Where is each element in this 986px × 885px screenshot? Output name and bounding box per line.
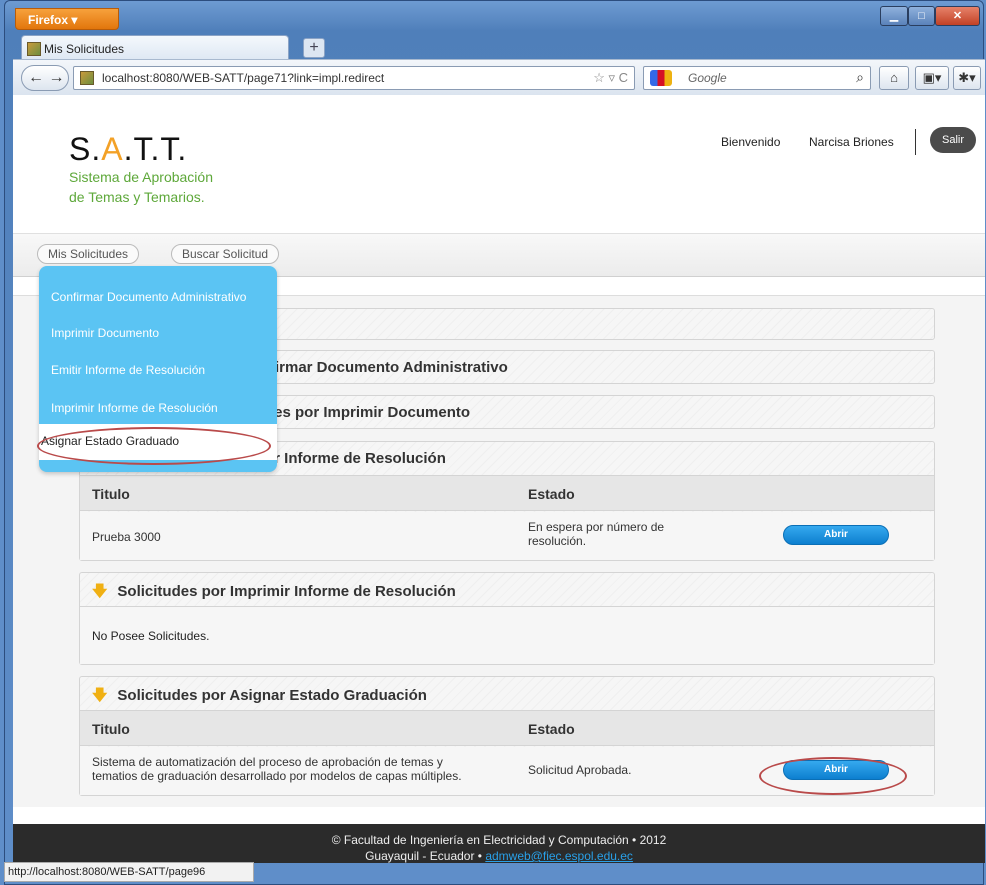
status-bar: http://localhost:8080/WEB-SATT/page96 (4, 862, 254, 882)
panel-title: les por Imprimir Documento (270, 404, 471, 421)
site-header: S.A.T.T. Sistema de Aprobación de Temas … (13, 95, 985, 233)
addon-icon[interactable]: ✱▾ (953, 66, 981, 90)
minimize-icon[interactable]: ▁ (880, 6, 908, 26)
maximize-icon[interactable]: □ (908, 6, 935, 26)
address-bar[interactable]: localhost:8080/WEB-SATT/page71?link=impl… (73, 66, 635, 90)
col-estado: Estado (528, 721, 575, 737)
highlight-ring (759, 757, 907, 795)
browser-window: Firefox ▾ ▁ □ ✕ Mis Solicitudes + ← → lo… (4, 0, 985, 885)
home-icon[interactable]: ⌂ (879, 66, 909, 90)
favicon-icon (80, 71, 94, 85)
bookmarks-icon[interactable]: ▣▾ (915, 66, 949, 90)
close-icon[interactable]: ✕ (935, 6, 980, 26)
footer-line2: Guayaquil - Ecuador • admweb@fiec.espol.… (365, 849, 633, 863)
row-status: Solicitud Aprobada. (528, 763, 632, 777)
highlight-ring (37, 427, 271, 465)
panel-title: 🡇 Solicitudes por Imprimir Informe de Res… (92, 583, 456, 600)
logout-button[interactable]: Salir (930, 127, 976, 153)
favicon-icon (27, 42, 41, 56)
panel-title: firmar Documento Administrativo (270, 359, 508, 376)
welcome-text: Bienvenido (721, 135, 781, 149)
web-page: S.A.T.T. Sistema de Aprobación de Temas … (13, 95, 985, 863)
tab-title: Mis Solicitudes (44, 42, 125, 56)
row-title-2: tematios de graduación desarrollado por … (92, 769, 462, 783)
site-footer: © Facultad de Ingeniería en Electricidad… (13, 824, 985, 863)
search-input[interactable]: Google ⌕ (643, 66, 871, 90)
panel-imprimir-informe: 🡇 Solicitudes por Imprimir Informe de Res… (79, 572, 935, 665)
bookmark-reload-icons[interactable]: ☆ ▿ C (593, 70, 628, 86)
panel-title: 🡇 Solicitudes por Asignar Estado Graduaci… (92, 687, 427, 704)
menu-mis-solicitudes[interactable]: Mis Solicitudes (37, 244, 140, 264)
empty-message: No Posee Solicitudes. (80, 606, 934, 664)
divider (915, 129, 916, 155)
row-title: Prueba 3000 (92, 530, 161, 544)
col-estado: Estado (528, 486, 575, 502)
google-icon[interactable] (650, 70, 672, 86)
user-name: Narcisa Briones (809, 135, 894, 149)
menu-buscar-solicitud[interactable]: Buscar Solicitud (171, 244, 280, 264)
tab-bar: Mis Solicitudes + (13, 33, 985, 61)
dropdown-item-emitir-informe[interactable]: Emitir Informe de Resolución (51, 363, 205, 377)
table-header: Titulo Estado (80, 710, 934, 746)
footer-line1: © Facultad de Ingeniería en Electricidad… (331, 833, 667, 847)
table-row: Prueba 3000 En espera por número de reso… (80, 512, 934, 560)
col-titulo: Titulo (92, 486, 130, 502)
search-placeholder: Google (688, 71, 727, 85)
dropdown-item-imprimir-documento[interactable]: Imprimir Documento (51, 326, 159, 340)
panel-title: ir Informe de Resolución (270, 450, 446, 467)
row-status-1: En espera por número de (528, 520, 665, 534)
firefox-menu-button[interactable]: Firefox ▾ (15, 8, 119, 30)
back-forward-button[interactable]: ← → (21, 65, 69, 91)
tab-mis-solicitudes[interactable]: Mis Solicitudes (21, 35, 289, 61)
col-titulo: Titulo (92, 721, 130, 737)
open-button[interactable]: Abrir (783, 525, 889, 545)
url-text: localhost:8080/WEB-SATT/page71?link=impl… (102, 71, 385, 85)
site-logo: S.A.T.T. (69, 131, 188, 167)
dropdown-item-imprimir-informe[interactable]: Imprimir Informe de Resolución (51, 401, 218, 415)
search-icon[interactable]: ⌕ (856, 69, 864, 86)
row-status-2: resolución. (528, 534, 587, 548)
arrow-down-icon: 🡇 (92, 583, 108, 600)
site-subtitle: Sistema de Aprobación de Temas y Temario… (69, 169, 213, 205)
arrow-down-icon: 🡇 (92, 687, 108, 704)
footer-email-link[interactable]: admweb@fiec.espol.edu.ec (485, 849, 633, 863)
navigation-toolbar: ← → localhost:8080/WEB-SATT/page71?link=… (13, 59, 985, 95)
dropdown-item-confirmar[interactable]: Confirmar Documento Administrativo (51, 290, 246, 304)
new-tab-button[interactable]: + (303, 38, 325, 58)
table-header: Titulo Estado (80, 475, 934, 511)
row-title-1: Sistema de automatización del proceso de… (92, 755, 443, 769)
